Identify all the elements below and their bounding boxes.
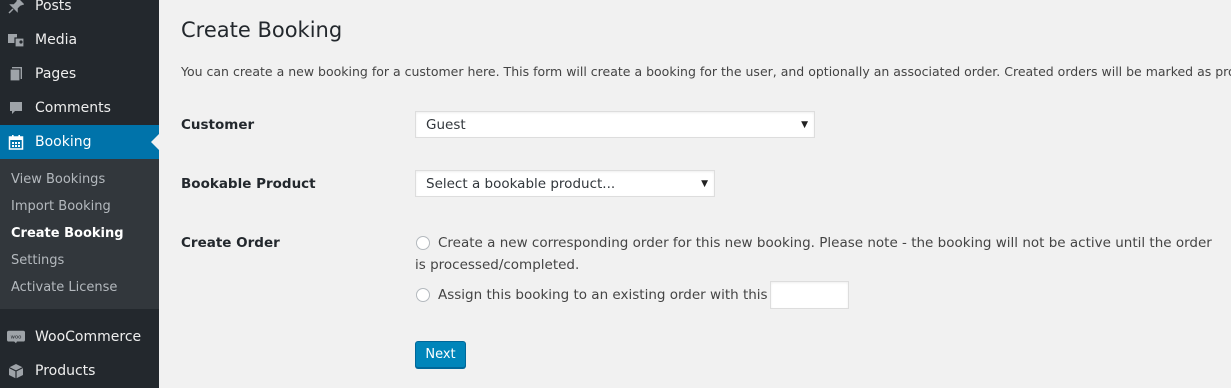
- box-icon: [7, 362, 25, 380]
- menu-item-comments[interactable]: Comments: [0, 91, 159, 125]
- page-title: Create Booking: [181, 18, 343, 42]
- bookable-product-select[interactable]: Select a bookable product... ▼: [415, 170, 715, 197]
- pin-icon: [7, 0, 25, 15]
- calendar-icon: [7, 133, 25, 151]
- customer-label: Customer: [181, 117, 255, 133]
- submenu-item-settings[interactable]: Settings: [11, 253, 64, 268]
- admin-sidebar: Posts Media Pages Comments Booking View …: [0, 0, 159, 388]
- menu-item-label: Comments: [35, 100, 111, 116]
- menu-item-label: Posts: [35, 0, 72, 14]
- menu-item-label: Products: [35, 363, 96, 379]
- existing-order-radio[interactable]: [416, 288, 430, 302]
- existing-order-radio-label: Assign this booking to an existing order…: [438, 287, 791, 303]
- pages-icon: [7, 65, 25, 83]
- menu-item-booking[interactable]: Booking: [0, 125, 159, 159]
- menu-item-label: Pages: [35, 66, 77, 82]
- intro-text: You can create a new booking for a custo…: [181, 64, 1231, 79]
- new-order-radio-label: Create a new corresponding order for thi…: [415, 235, 1212, 273]
- submenu-item-create-booking[interactable]: Create Booking: [11, 226, 124, 241]
- woo-badge-text: woo: [11, 334, 22, 340]
- menu-item-pages[interactable]: Pages: [0, 57, 159, 91]
- menu-item-label: WooCommerce: [35, 329, 142, 345]
- submenu-item-view-bookings[interactable]: View Bookings: [11, 172, 105, 187]
- submenu-item-activate-license[interactable]: Activate License: [11, 280, 117, 295]
- woocommerce-icon: woo: [7, 328, 25, 346]
- bookable-product-select-value: Select a bookable product...: [426, 175, 616, 192]
- customer-select-value: Guest: [426, 116, 466, 133]
- dropdown-arrow-icon: ▼: [701, 178, 708, 189]
- customer-select[interactable]: Guest ▼: [415, 111, 815, 138]
- create-order-label: Create Order: [181, 235, 280, 251]
- menu-item-woocommerce[interactable]: woo WooCommerce: [0, 320, 159, 354]
- comment-icon: [7, 99, 25, 117]
- dropdown-arrow-icon: ▼: [801, 119, 808, 130]
- menu-item-products[interactable]: Products: [0, 354, 159, 388]
- menu-item-media[interactable]: Media: [0, 23, 159, 57]
- next-button[interactable]: Next: [415, 341, 466, 368]
- submenu-item-import-booking[interactable]: Import Booking: [11, 199, 111, 214]
- menu-item-posts[interactable]: Posts: [0, 0, 159, 23]
- menu-item-label: Booking: [35, 134, 92, 150]
- order-id-input[interactable]: [770, 281, 849, 309]
- menu-item-label: Media: [35, 32, 78, 48]
- booking-submenu: View Bookings Import Booking Create Book…: [0, 159, 159, 309]
- bookable-product-label: Bookable Product: [181, 176, 316, 192]
- media-icon: [7, 31, 25, 49]
